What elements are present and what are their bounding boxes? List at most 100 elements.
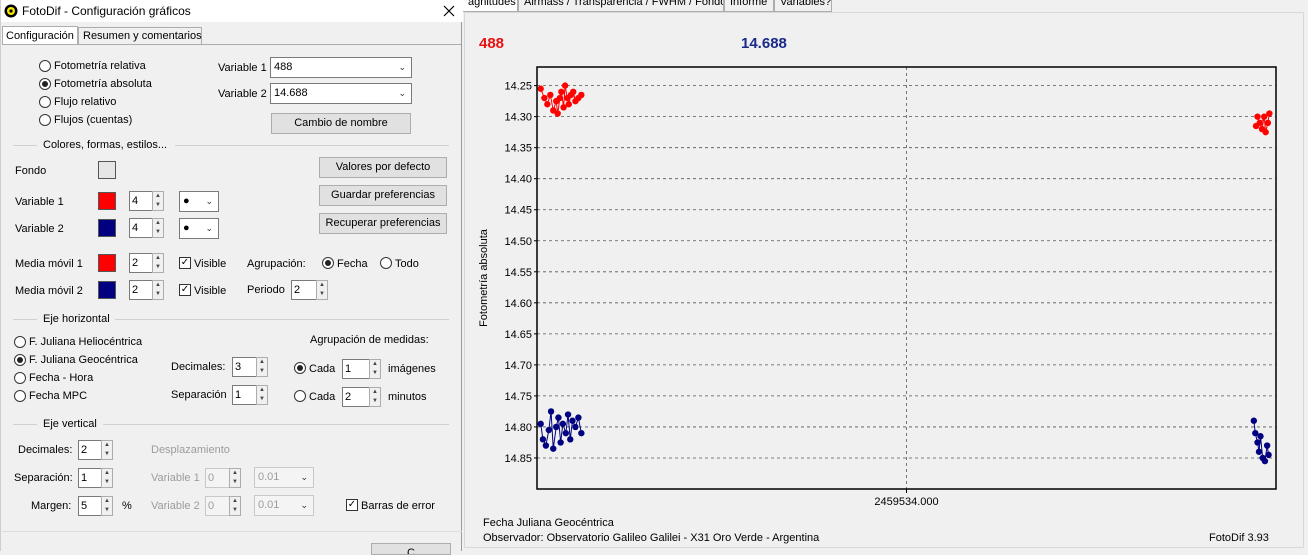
- radio-date-mpc[interactable]: [14, 390, 26, 402]
- point-variable2: [539, 436, 547, 443]
- point-variable2: [1263, 442, 1271, 449]
- margin-label: Margen:: [31, 500, 72, 512]
- offset-var1-step-select[interactable]: 0.01 ⌄: [254, 467, 314, 488]
- close-button[interactable]: C: [371, 543, 451, 555]
- rename-button[interactable]: Cambio de nombre: [271, 113, 411, 134]
- v-decimals-stepper[interactable]: 2 ▲ ▼: [78, 440, 113, 460]
- var1-select[interactable]: 488 ⌄: [270, 57, 412, 78]
- vaxis-section-title: Eje vertical: [43, 418, 97, 430]
- var1-select-value: 488: [274, 61, 293, 73]
- radio-relative-flux[interactable]: [39, 96, 51, 108]
- images-value: 1: [345, 363, 352, 375]
- offset-var1-stepper[interactable]: 0 ▲ ▼: [205, 468, 241, 488]
- ma1-label: Media móvil 1: [15, 258, 83, 270]
- var1-color-swatch[interactable]: [98, 192, 116, 210]
- margin-stepper[interactable]: 5 ▲ ▼: [78, 496, 113, 516]
- v-separation-stepper[interactable]: 1 ▲ ▼: [78, 468, 113, 488]
- plot-panel: 488 14.688 14.25 14.30 14.35 14.40 14.45 14.5…: [464, 12, 1304, 548]
- ma2-color-swatch[interactable]: [98, 281, 116, 299]
- stepper-buttons[interactable]: ▲ ▼: [229, 468, 241, 488]
- var1-label: Variable 1: [218, 62, 267, 74]
- radio-date-time[interactable]: [14, 372, 26, 384]
- offset-var2-value: 0: [208, 500, 215, 512]
- var2-size-stepper[interactable]: 4 ▲ ▼: [129, 218, 164, 238]
- fondo-label: Fondo: [15, 165, 47, 177]
- images-stepper[interactable]: 1 ▲ ▼: [342, 359, 381, 379]
- close-icon[interactable]: [443, 5, 455, 17]
- yaxis-label: Fotometría absoluta: [478, 228, 490, 327]
- minutes-stepper[interactable]: 2 ▲ ▼: [342, 387, 381, 407]
- error-bars-checkbox[interactable]: ✓: [346, 499, 358, 511]
- point-variable2: [564, 411, 572, 418]
- offset-var2-step-select[interactable]: 0.01 ⌄: [254, 495, 314, 516]
- defaults-button[interactable]: Valores por defecto: [319, 157, 447, 178]
- var1-size-stepper[interactable]: 4 ▲ ▼: [129, 191, 164, 211]
- radio-each-images[interactable]: [294, 362, 306, 374]
- ma2-stepper[interactable]: 2 ▲ ▼: [129, 280, 164, 300]
- section-line: [175, 145, 449, 146]
- offset-label: Desplazamiento: [151, 444, 230, 456]
- label-jd-heliocentric: F. Juliana Heliocéntrica: [29, 336, 143, 348]
- ytick-label: 14.30: [504, 112, 532, 124]
- var1-marker-select[interactable]: ● ⌄: [179, 191, 219, 212]
- stepper-buttons[interactable]: ▲ ▼: [152, 191, 164, 211]
- stepper-buttons[interactable]: ▲ ▼: [369, 359, 381, 379]
- point-variable1: [554, 110, 561, 117]
- h-decimals-stepper[interactable]: 3 ▲ ▼: [232, 357, 268, 377]
- percent-label: %: [122, 500, 132, 512]
- ma1-visible-checkbox[interactable]: ✓: [179, 257, 191, 269]
- ma1-color-swatch[interactable]: [98, 254, 116, 272]
- radio-each-minutes[interactable]: [294, 390, 306, 402]
- radio-relative-photometry[interactable]: [39, 60, 51, 72]
- stepper-buttons[interactable]: ▲ ▼: [316, 280, 328, 300]
- ma2-visible-label: Visible: [194, 285, 227, 297]
- stepper-buttons[interactable]: ▲ ▼: [256, 357, 268, 377]
- stepper-buttons[interactable]: ▲ ▼: [152, 218, 164, 238]
- offset-var2-stepper[interactable]: 0 ▲ ▼: [205, 496, 241, 516]
- point-variable2: [559, 420, 567, 428]
- load-preferences-button[interactable]: Recuperar preferencias: [319, 213, 447, 234]
- stepper-buttons[interactable]: ▲ ▼: [101, 496, 113, 516]
- tab-resumen[interactable]: Resumen y comentarios: [78, 27, 202, 44]
- tab-airmass[interactable]: Airmass / Transparencia / FWHM / Fondo: [518, 0, 724, 12]
- stepper-buttons[interactable]: ▲ ▼: [152, 253, 164, 273]
- label-date-time: Fecha - Hora: [29, 372, 94, 384]
- period-stepper[interactable]: 2 ▲ ▼: [291, 280, 328, 300]
- tab-magnitudes[interactable]: agnitudes: [462, 0, 518, 12]
- stepper-buttons[interactable]: ▲ ▼: [101, 440, 113, 460]
- each-images-label: Cada: [309, 363, 336, 375]
- section-line: [13, 145, 37, 146]
- stepper-buttons[interactable]: ▲ ▼: [256, 385, 268, 405]
- tab-informe[interactable]: Informe: [724, 0, 774, 12]
- h-separation-stepper[interactable]: 1 ▲ ▼: [232, 385, 268, 405]
- offset-var1-label: Variable 1: [151, 472, 200, 484]
- var2-select[interactable]: 14.688 ⌄: [270, 83, 412, 104]
- radio-grouping-todo[interactable]: [380, 257, 392, 269]
- radio-grouping-fecha[interactable]: [322, 257, 334, 269]
- point-variable2: [569, 417, 576, 424]
- var2-color-swatch[interactable]: [98, 219, 116, 237]
- point-variable2: [572, 423, 579, 431]
- stepper-buttons[interactable]: ▲ ▼: [369, 387, 381, 407]
- ma1-stepper[interactable]: 2 ▲ ▼: [129, 253, 164, 273]
- point-variable2: [1261, 457, 1269, 465]
- radio-flux-counts[interactable]: [39, 114, 51, 126]
- var2-marker-select[interactable]: ● ⌄: [179, 218, 219, 239]
- save-preferences-button[interactable]: Guardar preferencias: [319, 185, 447, 206]
- ytick-label: 14.85: [504, 453, 532, 465]
- ma2-visible-checkbox[interactable]: ✓: [179, 284, 191, 296]
- offset-var1-step-value: 0.01: [258, 471, 280, 483]
- point-variable2: [553, 423, 560, 431]
- fondo-color-swatch[interactable]: [98, 161, 116, 179]
- point-variable1: [1266, 110, 1273, 117]
- tab-configuracion[interactable]: Configuración: [2, 26, 78, 45]
- offset-var2-label: Variable 2: [151, 500, 200, 512]
- stepper-buttons[interactable]: ▲ ▼: [229, 496, 241, 516]
- radio-jd-geocentric[interactable]: [14, 354, 26, 366]
- point-variable2: [545, 426, 553, 434]
- radio-absolute-photometry[interactable]: [39, 78, 51, 90]
- tab-variables[interactable]: Variables?: [774, 0, 832, 12]
- radio-jd-heliocentric[interactable]: [14, 336, 26, 348]
- stepper-buttons[interactable]: ▲ ▼: [101, 468, 113, 488]
- stepper-buttons[interactable]: ▲ ▼: [152, 280, 164, 300]
